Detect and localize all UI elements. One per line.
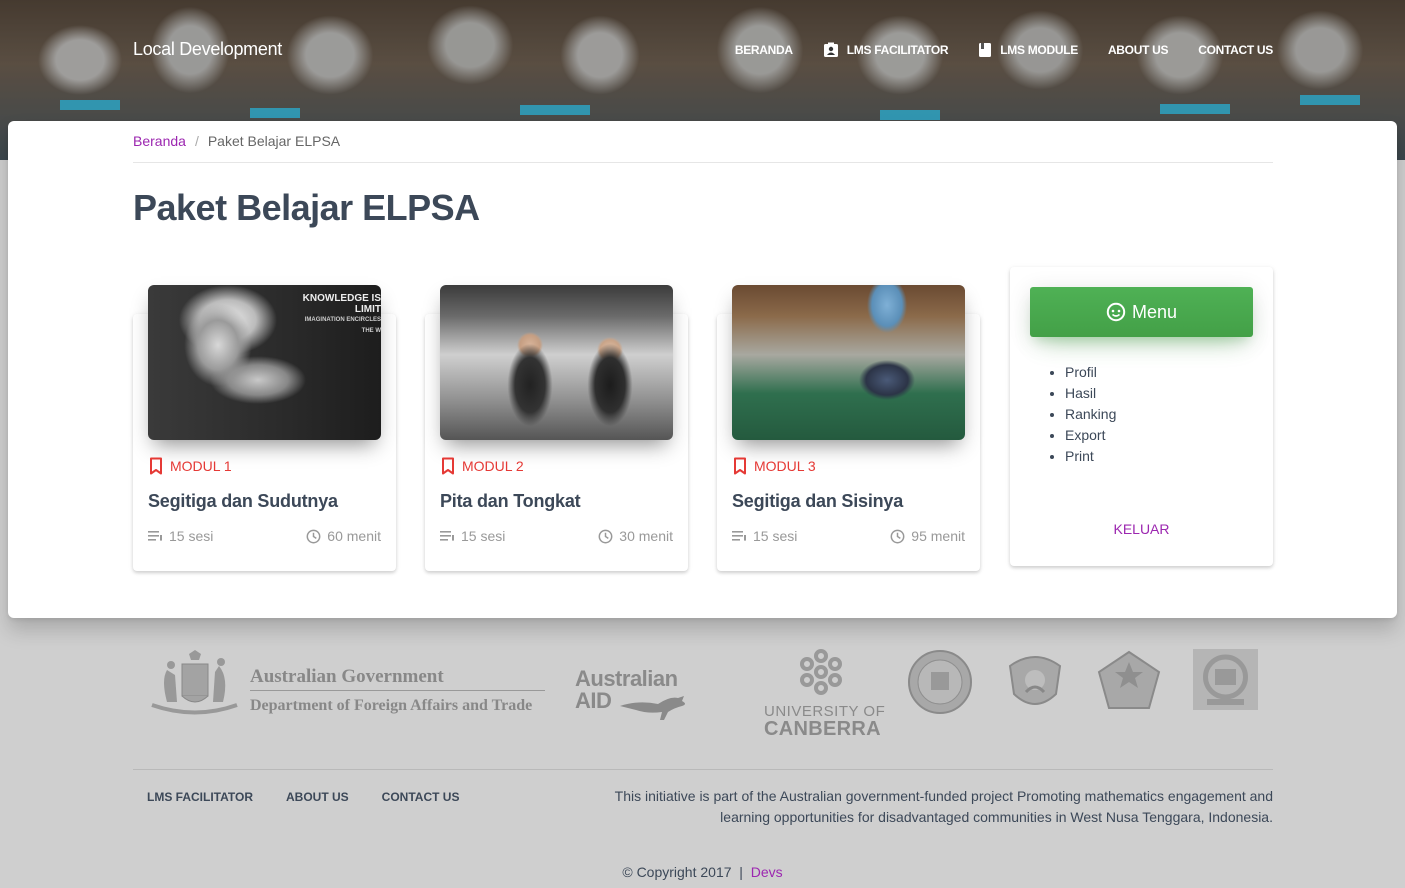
menu-item-ranking[interactable]: Ranking bbox=[1065, 404, 1116, 425]
list-icon bbox=[732, 531, 746, 541]
clock-icon bbox=[598, 529, 613, 543]
footer-description: This initiative is part of the Australia… bbox=[614, 788, 1273, 825]
bookmark-icon bbox=[734, 457, 746, 475]
nav-contact-us-label: CONTACT US bbox=[1198, 43, 1273, 57]
module-1-image-text-line1: KNOWLEDGE IS LIMIT bbox=[302, 293, 381, 315]
module-3-label: MODUL 3 bbox=[732, 457, 816, 475]
clock-icon bbox=[890, 529, 905, 543]
module-2-label: MODUL 2 bbox=[440, 457, 524, 475]
module-card-3[interactable]: MODUL 3 Segitiga dan Sisinya 15 sesi 95 … bbox=[717, 285, 980, 571]
footer-divider bbox=[133, 769, 1273, 770]
nav-about-us-label: ABOUT US bbox=[1107, 43, 1169, 57]
menu-button[interactable]: Menu bbox=[1030, 287, 1253, 337]
footer-nav-about-us[interactable]: ABOUT US bbox=[286, 790, 349, 804]
smiley-icon bbox=[1106, 302, 1126, 322]
menu-item-hasil[interactable]: Hasil bbox=[1065, 383, 1116, 404]
module-1-sessions: 15 sesi bbox=[169, 528, 214, 544]
module-card-2[interactable]: MODUL 2 Pita dan Tongkat 15 sesi 30 meni… bbox=[425, 285, 688, 571]
module-2-label-text: MODUL 2 bbox=[462, 458, 524, 474]
nav-contact-us[interactable]: CONTACT US bbox=[1198, 43, 1273, 57]
aid-line1: Australian bbox=[575, 666, 678, 691]
ag-line2: Department of Foreign Affairs and Trade bbox=[250, 697, 533, 714]
nav-about-us[interactable]: ABOUT US bbox=[1107, 43, 1169, 57]
nav-lms-module-label: LMS MODULE bbox=[1000, 43, 1078, 57]
menu-card: Menu Profil Hasil Ranking Export Print K… bbox=[1010, 267, 1273, 566]
module-2-sessions: 15 sesi bbox=[461, 528, 506, 544]
page-title: Paket Belajar ELPSA bbox=[133, 187, 480, 228]
logout-link[interactable]: KELUAR bbox=[1010, 521, 1273, 537]
menu-button-label: Menu bbox=[1131, 301, 1178, 322]
contact-badge-icon bbox=[823, 42, 838, 57]
uc-line2: CANBERRA bbox=[764, 718, 881, 740]
tut-wuri-handayani-emblem-icon bbox=[1008, 656, 1062, 705]
footer-nav: LMS FACILITATOR ABOUT US CONTACT US bbox=[147, 790, 492, 804]
module-3-duration: 95 menit bbox=[911, 528, 965, 544]
navbar: Local Development BERANDA LMS FACILITATO… bbox=[133, 30, 1273, 70]
menu-list: Profil Hasil Ranking Export Print bbox=[1065, 362, 1116, 467]
breadcrumb: Beranda / Paket Belajar ELPSA bbox=[133, 133, 340, 149]
breadcrumb-current: Paket Belajar ELPSA bbox=[207, 133, 341, 149]
lpmp-ntb-logo-icon bbox=[1193, 649, 1258, 710]
list-icon bbox=[440, 531, 454, 541]
module-3-sessions: 15 sesi bbox=[753, 528, 798, 544]
nav-beranda-label: BERANDA bbox=[734, 43, 793, 57]
nav-lms-module[interactable]: LMS MODULE bbox=[978, 42, 1078, 58]
kangaroo-icon bbox=[620, 696, 685, 720]
copyright: © Copyright 2017 | Devs bbox=[0, 864, 1405, 880]
nav-menu: BERANDA LMS FACILITATOR LMS MODULE ABOUT… bbox=[705, 30, 1273, 70]
module-3-title[interactable]: Segitiga dan Sisinya bbox=[732, 491, 903, 512]
nav-lms-facilitator[interactable]: LMS FACILITATOR bbox=[823, 42, 949, 58]
module-2-title[interactable]: Pita dan Tongkat bbox=[440, 491, 581, 512]
module-1-image: KNOWLEDGE IS LIMIT IMAGINATION ENCIRCLES… bbox=[148, 285, 381, 440]
breadcrumb-divider bbox=[133, 162, 1273, 163]
main-content-card: Beranda / Paket Belajar ELPSA Paket Bela… bbox=[8, 121, 1397, 618]
module-1-label: MODUL 1 bbox=[148, 457, 232, 475]
ag-divider bbox=[250, 690, 545, 691]
devs-link[interactable]: Devs bbox=[751, 864, 783, 880]
module-1-image-text-line2: IMAGINATION ENCIRCLES THE W bbox=[304, 317, 381, 334]
book-icon bbox=[979, 43, 992, 57]
module-2-duration: 30 menit bbox=[619, 528, 673, 544]
module-3-footer: 15 sesi 95 menit bbox=[732, 528, 965, 544]
nav-lms-facilitator-label: LMS FACILITATOR bbox=[846, 43, 949, 57]
copyright-separator: | bbox=[739, 864, 743, 880]
ntb-province-emblem-icon bbox=[1097, 650, 1161, 709]
module-2-footer: 15 sesi 30 menit bbox=[440, 528, 673, 544]
menu-item-print[interactable]: Print bbox=[1065, 446, 1116, 467]
module-1-footer: 15 sesi 60 menit bbox=[148, 528, 381, 544]
list-icon bbox=[148, 531, 162, 541]
menu-item-export[interactable]: Export bbox=[1065, 425, 1116, 446]
module-3-image bbox=[732, 285, 965, 440]
ikip-seal-icon bbox=[908, 650, 972, 714]
module-2-image bbox=[440, 285, 673, 440]
breadcrumb-home-link[interactable]: Beranda bbox=[133, 133, 186, 149]
brand-link[interactable]: Local Development bbox=[133, 39, 282, 60]
university-of-canberra-emblem-icon bbox=[800, 649, 842, 695]
module-card-1[interactable]: KNOWLEDGE IS LIMIT IMAGINATION ENCIRCLES… bbox=[133, 285, 396, 571]
bookmark-icon bbox=[150, 457, 162, 475]
australian-government-crest-icon bbox=[151, 650, 238, 715]
module-1-duration: 60 menit bbox=[327, 528, 381, 544]
copyright-text: © Copyright 2017 bbox=[622, 864, 732, 880]
footer-nav-contact-us[interactable]: CONTACT US bbox=[382, 790, 460, 804]
ag-line1: Australian Government bbox=[250, 666, 444, 687]
module-3-label-text: MODUL 3 bbox=[754, 458, 816, 474]
bookmark-icon bbox=[442, 457, 454, 475]
clock-icon bbox=[306, 529, 321, 543]
module-1-label-text: MODUL 1 bbox=[170, 458, 232, 474]
footer-nav-lms-facilitator[interactable]: LMS FACILITATOR bbox=[147, 790, 253, 804]
nav-beranda[interactable]: BERANDA bbox=[735, 43, 793, 57]
module-1-title[interactable]: Segitiga dan Sudutnya bbox=[148, 491, 338, 512]
menu-item-profil[interactable]: Profil bbox=[1065, 362, 1116, 383]
breadcrumb-separator: / bbox=[194, 133, 199, 149]
